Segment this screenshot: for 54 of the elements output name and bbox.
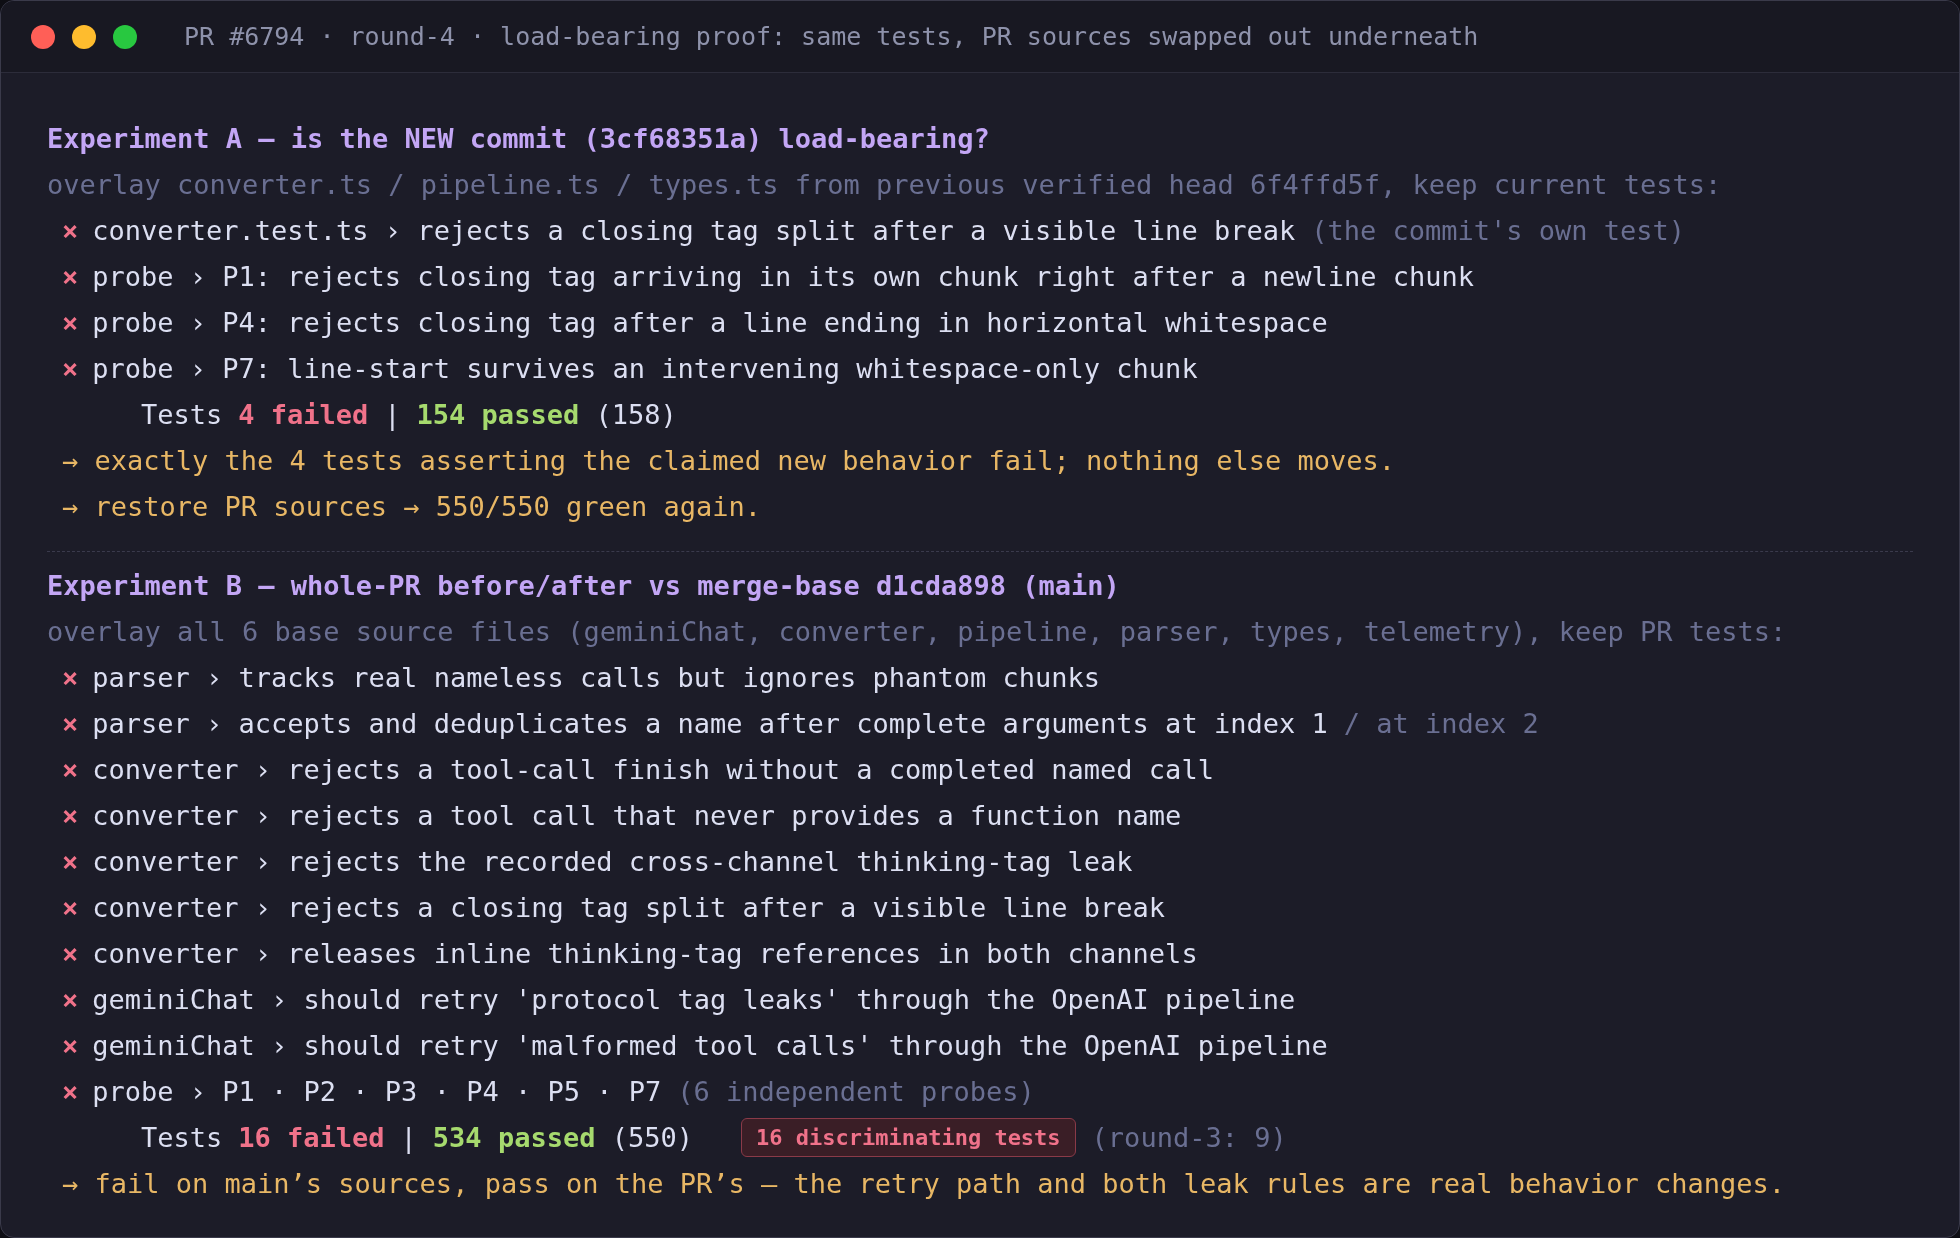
separator: |: [400, 1121, 417, 1153]
test-name: converter › rejects a tool-call finish without a completed named call: [92, 753, 1214, 785]
passed-count: 534 passed: [432, 1121, 596, 1153]
section-description: overlay all 6 base source files (geminiChat, converter, pipeline, parser, types, telemetry), keep PR tests:: [47, 615, 1787, 647]
passed-count: 154 passed: [416, 398, 580, 430]
zoom-button[interactable]: [113, 24, 137, 49]
test-name: probe › P1: rejects closing tag arriving in its own chunk right after a newline chunk: [92, 260, 1474, 292]
test-name: converter › rejects a closing tag split after a visible line break: [92, 891, 1166, 923]
conclusion-text: → fail on main’s sources, pass on the PR’s — the retry path and both leak rules are real behavior changes.: [61, 1167, 1786, 1199]
test-note: (the commit's own test): [1311, 214, 1686, 246]
section-description: overlay converter.ts / pipeline.ts / types.ts from previous verified head 6f4ffd5f, keep current tests:: [47, 168, 1722, 200]
test-name: converter › rejects the recorded cross-channel thinking-tag leak: [92, 845, 1133, 877]
conclusion-text: → exactly the 4 tests asserting the claimed new behavior fail; nothing else moves.: [61, 444, 1395, 476]
fail-mark: ×: [62, 214, 79, 246]
test-name: geminiChat › should retry 'malformed tool calls' through the OpenAI pipeline: [92, 1029, 1328, 1061]
test-name: parser › accepts and deduplicates a name after complete arguments at index 1: [92, 707, 1328, 739]
test-name: parser › tracks real nameless calls but ignores phantom chunks: [92, 661, 1101, 693]
test-name: geminiChat › should retry 'protocol tag leaks' through the OpenAI pipeline: [92, 983, 1296, 1015]
fail-mark: ×: [62, 1029, 79, 1061]
fail-mark: ×: [62, 753, 79, 785]
discriminating-badge: 16 discriminating tests: [740, 1117, 1076, 1157]
test-name: converter › releases inline thinking-tag references in both channels: [92, 937, 1198, 969]
test-name: converter › rejects a tool call that never provides a function name: [92, 799, 1182, 831]
test-name: probe › P1 · P2 · P3 · P4 · P5 · P7: [92, 1075, 662, 1107]
test-note: / at index 2: [1343, 707, 1539, 739]
tests-label: Tests: [141, 1121, 223, 1153]
test-note: (6 independent probes): [677, 1075, 1035, 1107]
fail-mark: ×: [62, 845, 79, 877]
fail-mark: ×: [62, 306, 79, 338]
total-count: (158): [594, 398, 677, 430]
section-heading: Experiment A — is the NEW commit (3cf68351a) load-bearing?: [47, 122, 990, 154]
test-name: converter.test.ts › rejects a closing tag split after a visible line break: [92, 214, 1296, 246]
fail-mark: ×: [62, 891, 79, 923]
fail-mark: ×: [62, 1075, 79, 1107]
fail-mark: ×: [62, 799, 79, 831]
total-count: (550): [610, 1121, 693, 1153]
window-title: PR #6794 · round-4 · load-bearing proof: same tests, PR sources swapped out underneath: [184, 22, 1479, 51]
summary-note: (round-3: 9): [1091, 1121, 1287, 1153]
test-name: probe › P7: line-start survives an intervening whitespace-only chunk: [92, 352, 1198, 384]
section-heading: Experiment B — whole-PR before/after vs merge-base d1cda898 (main): [47, 569, 1120, 601]
fail-mark: ×: [62, 937, 79, 969]
fail-mark: ×: [62, 983, 79, 1015]
tests-label: Tests: [141, 398, 223, 430]
conclusion-text: → restore PR sources → 550/550 green again.: [61, 490, 761, 522]
failed-count: 16 failed: [238, 1121, 385, 1153]
fail-mark: ×: [62, 707, 79, 739]
test-name: probe › P4: rejects closing tag after a line ending in horizontal whitespace: [92, 306, 1328, 338]
fail-mark: ×: [62, 661, 79, 693]
minimize-button[interactable]: [72, 24, 96, 49]
separator: |: [384, 398, 401, 430]
fail-mark: ×: [62, 260, 79, 292]
close-button[interactable]: [31, 24, 55, 49]
failed-count: 4 failed: [238, 398, 369, 430]
fail-mark: ×: [62, 352, 79, 384]
